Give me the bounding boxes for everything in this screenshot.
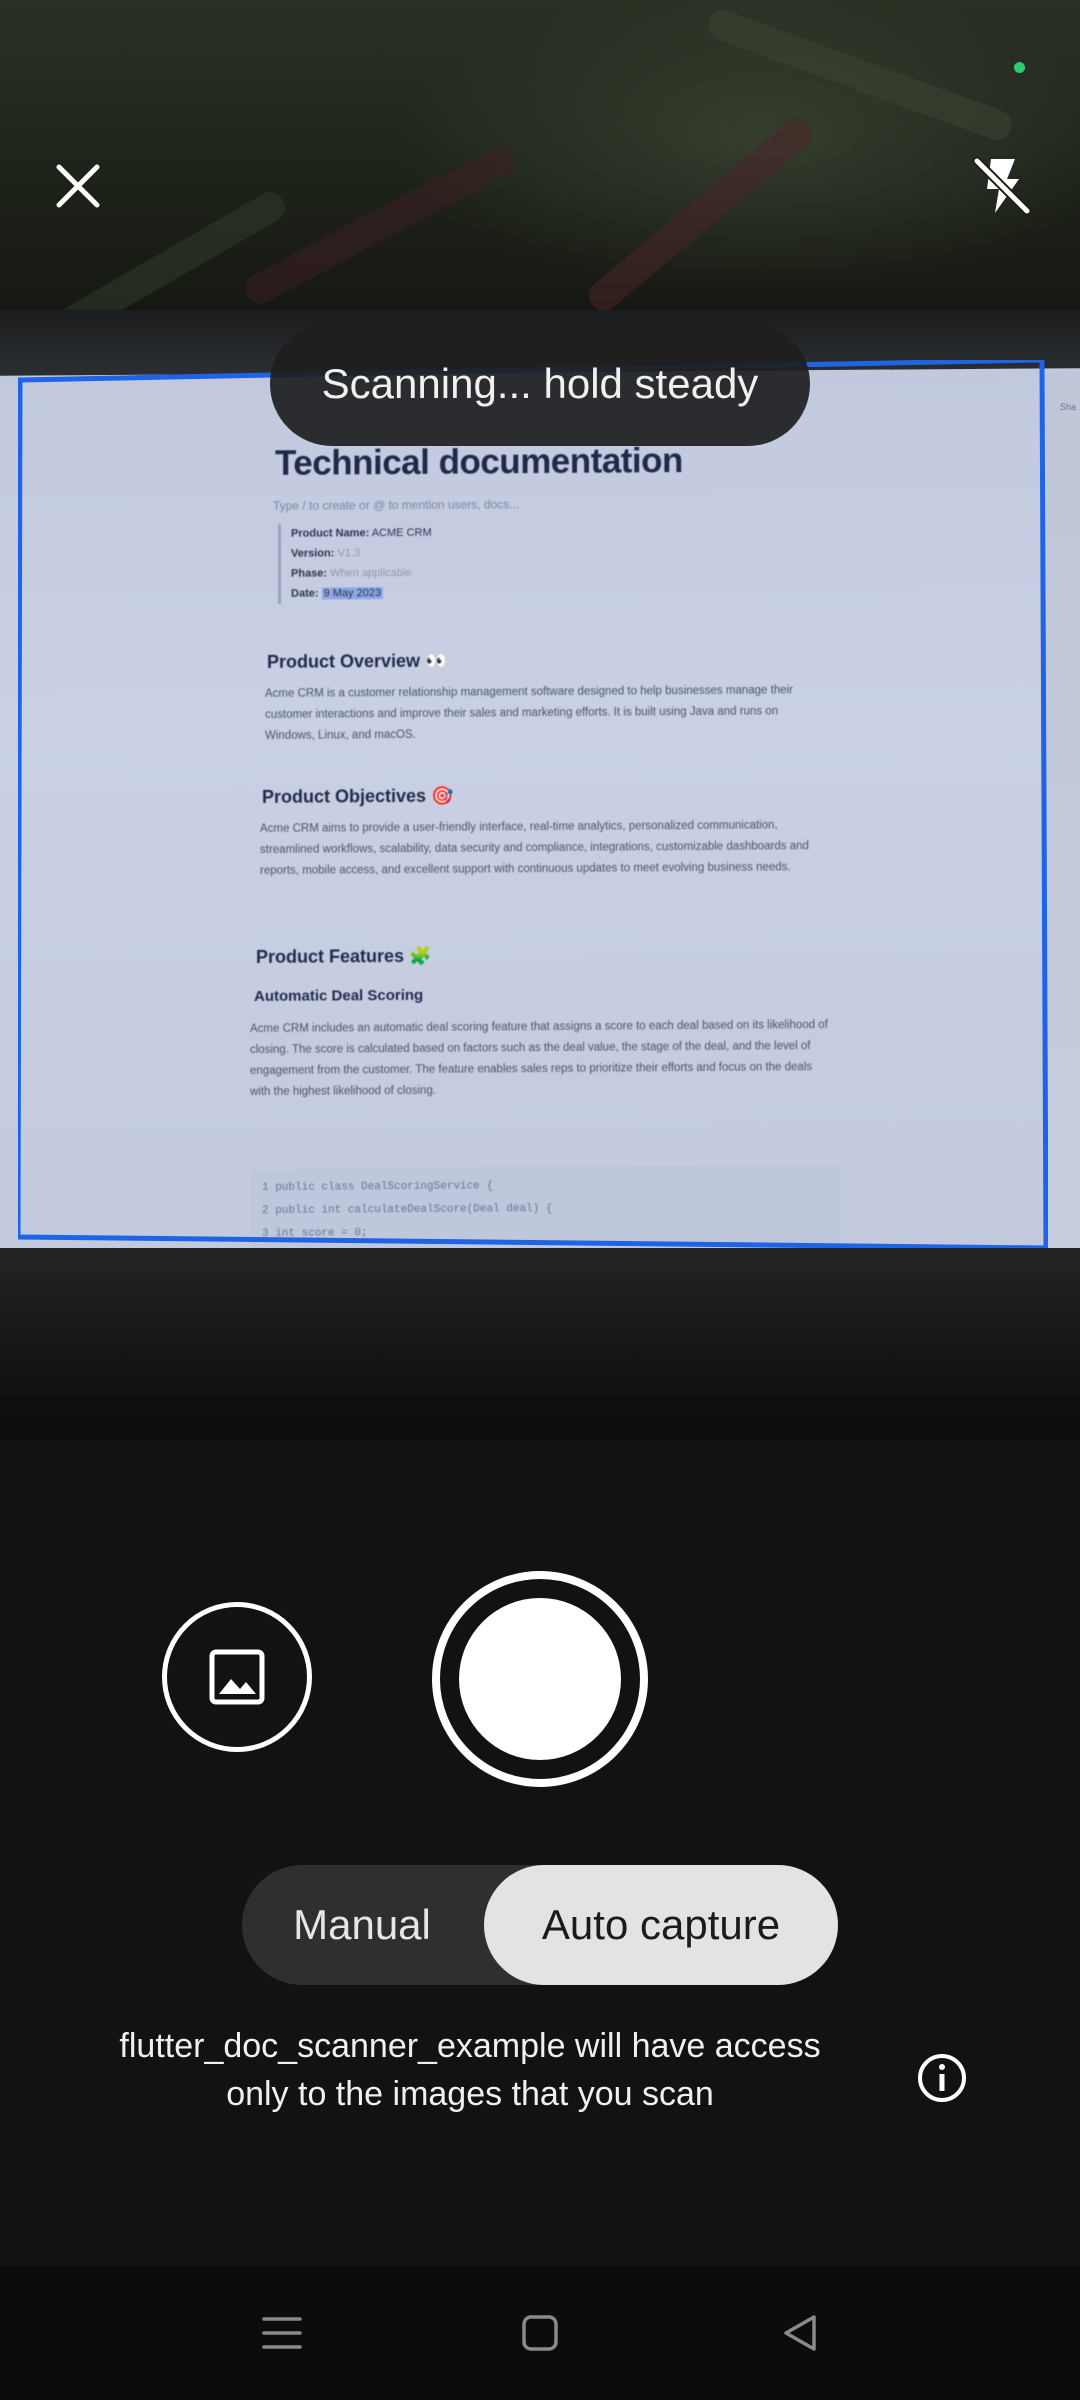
close-button[interactable] (42, 150, 114, 222)
mode-manual-button[interactable]: Manual (242, 1865, 482, 1985)
menu-icon (262, 2317, 302, 2349)
nav-back-button[interactable] (770, 2306, 830, 2360)
import-from-gallery-button[interactable] (162, 1602, 312, 1752)
image-icon (209, 1649, 265, 1705)
mode-auto-capture-button[interactable]: Auto capture (484, 1865, 838, 1985)
doc-paragraph: Acme CRM aims to provide a user-friendly… (260, 819, 809, 877)
camera-in-use-indicator (1014, 62, 1025, 73)
doc-code-block: 1 public class DealScoringService { 2 pu… (250, 1164, 840, 1260)
capture-mode-toggle: Manual Auto capture (242, 1865, 838, 1985)
scanning-status-toast: Scanning... hold steady (270, 322, 810, 446)
doc-heading: Product Features 🧩 (256, 945, 432, 967)
scanned-document: Technical documentation Type / to create… (0, 368, 1080, 1260)
shutter-button[interactable] (432, 1571, 648, 1787)
close-icon (56, 164, 100, 208)
back-triangle-icon (784, 2315, 816, 2351)
fabric-texture (704, 6, 1016, 144)
doc-hint: Type / to create or @ to mention users, … (273, 497, 520, 513)
fabric-texture (240, 141, 520, 309)
doc-paragraph: Acme CRM includes an automatic deal scor… (250, 1018, 828, 1099)
doc-paragraph: Acme CRM is a customer relationship mana… (265, 684, 793, 742)
nav-recents-button[interactable] (252, 2306, 312, 2360)
flash-toggle-button[interactable] (962, 146, 1042, 226)
doc-meta: Product Name: ACME CRM Version: V1.3 Pha… (278, 522, 432, 604)
shutter-button-inner (459, 1598, 621, 1760)
access-disclaimer: flutter_doc_scanner_example will have ac… (119, 2027, 821, 2113)
camera-viewfinder: Technical documentation Type / to create… (0, 0, 1080, 1440)
laptop-base (0, 1248, 1080, 1440)
flash-off-icon (972, 156, 1032, 216)
info-button[interactable] (912, 2048, 972, 2108)
adjacent-window-edge: Sha (1046, 372, 1080, 1248)
nav-home-button[interactable] (510, 2306, 570, 2360)
info-icon (918, 2054, 966, 2102)
home-square-icon (522, 2315, 558, 2351)
doc-heading: Product Objectives 🎯 (262, 785, 454, 807)
system-navigation-bar (0, 2266, 1080, 2400)
doc-subheading: Automatic Deal Scoring (254, 986, 424, 1005)
doc-heading: Product Overview 👀 (267, 650, 448, 672)
doc-title: Technical documentation (275, 441, 683, 483)
fabric-texture (583, 113, 817, 317)
